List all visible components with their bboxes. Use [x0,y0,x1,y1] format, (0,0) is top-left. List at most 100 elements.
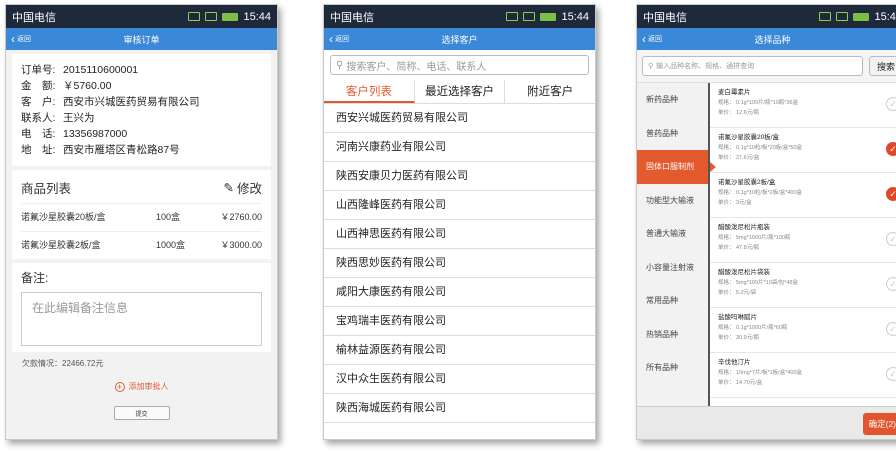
tab-0[interactable]: 客户列表 [324,80,415,103]
product-item[interactable]: 醋酸泼尼松片袋装规格：5mg*100片*10袋/包*48盒单价：5.2元/袋✓ [710,263,896,308]
check-icon[interactable]: ✓ [886,322,896,336]
field-value: 西安市雁塔区青松路87号 [63,144,180,156]
category-item[interactable]: 热销品种 [637,318,708,352]
wifi-icon [188,12,201,21]
category-item[interactable]: 常用品种 [637,284,708,318]
order-field: 电 话: 13356987000 [21,126,262,142]
order-field: 订单号: 2015110600001 [21,62,262,78]
wifi-icon [506,12,519,21]
spec-label: 规格： [718,190,735,196]
edit-icon: ✎ [223,181,234,195]
edit-button[interactable]: ✎ 修改 [224,178,263,197]
clock: 15:44 [561,10,589,23]
page-title: 选择客户 [441,34,478,45]
customer-item[interactable]: 陕西思妙医药有限公司 [324,249,595,278]
add-approver-button[interactable]: + 添加审批人 [6,381,277,392]
product-name: 诺氟沙星胶囊20板/盒 [21,212,106,222]
confirm-button[interactable]: 确定(2) [862,412,896,435]
remark-input[interactable]: 在此编辑备注信息 [21,292,262,346]
product-list: 商品列表 ✎ 修改 诺氟沙星胶囊20板/盒 100盒 ￥2760.00 诺氟沙星胶囊2板… [12,170,271,259]
product-item[interactable]: 麦白霉素片规格：0.1g*100片/瓶*10瓶*36盒单价：12.6元/瓶✓ [710,83,896,128]
phone-screen-select-customer: 中国电信 15:44 ‹ 返回 选择客户 ⚲ 搜索客户、简称、电话、联系人 客户列表… [323,4,596,440]
product-item[interactable]: 辛伐他汀片规格：10mg*7片/板*1板/盒*400盒单价：14.70元/盒✓ [710,353,896,398]
wifi-icon [819,12,832,21]
back-button[interactable]: ‹ 返回 [11,33,31,45]
check-icon[interactable]: ✓ [886,367,896,381]
category-item[interactable]: 普药品种 [637,117,708,151]
category-item[interactable]: 所有品种 [637,351,708,385]
tab-2[interactable]: 附近客户 [505,80,595,103]
category-list: 新药品种 普药品种 固体口服制剂 功能型大输液 普通大输液 小容量注射液 常用品种 热销品种所… [637,83,716,406]
carrier-label: 中国电信 [643,11,687,24]
product-list: 麦白霉素片规格：0.1g*100片/瓶*10瓶*36盒单价：12.6元/瓶✓ 诺氟… [710,83,896,406]
product-item[interactable]: 诺氟沙星胶囊20板/盒 规格： 0.1g*10粒/板*20板/盒*50盒 单价： 27.… [710,128,896,173]
status-bar: 中国电信 15:44 [324,5,595,28]
price-value: 47.8元/瓶 [736,245,760,251]
product-item[interactable]: 盐酸吗啉胍片规格：0.1g*1000片/瓶*60瓶单价：30.9元/瓶✓ [710,308,896,353]
category-item[interactable]: 固体口服制剂 [637,150,716,184]
customer-item[interactable]: 汉中众生医药有限公司 [324,365,595,394]
product-item[interactable]: 醋酸泼尼松片瓶装规格：5mg*1000片/瓶*100瓶单价：47.8元/瓶✓ [710,218,896,263]
check-icon[interactable]: ✓ [886,142,896,156]
spec-value: 0.1g*100片/瓶*10瓶*36盒 [736,100,799,106]
customer-item[interactable]: 西安兴城医药贸易有限公司 [324,104,595,133]
check-icon[interactable]: ✓ [886,97,896,111]
tab-1[interactable]: 最近选择客户 [415,80,506,103]
check-icon[interactable]: ✓ [886,187,896,201]
customer-item[interactable]: 陕西安康贝力医药有限公司 [324,162,595,191]
product-unit-price: 单价： 3元/盒 [718,198,896,208]
customer-item[interactable]: 咸阳大康医药有限公司 [324,278,595,307]
order-field: 地 址: 西安市雁塔区青松路87号 [21,142,262,158]
back-button[interactable]: ‹ 返回 [329,32,349,46]
product-name: 诺氟沙星胶囊20板/盒 [718,134,780,141]
product-qty: 1000盒 [156,240,186,250]
category-item[interactable]: 普通大输液 [637,217,708,251]
remark-title: 备注: [21,271,49,285]
product-name: 诺氟沙星胶囊2板/盒 [21,240,101,250]
product-price: ￥3000.00 [220,240,262,250]
customer-search-input[interactable]: ⚲ 搜索客户、简称、电话、联系人 [330,55,589,75]
phone-screen-review-order: 中国电信 15:44 ‹ 返回 审核订单 订单号: 2015110600001 金 额… [5,4,278,440]
customer-item[interactable]: 河南兴康药业有限公司 [324,133,595,162]
plus-icon: + [114,381,125,392]
category-item[interactable]: 小容量注射液 [637,251,708,285]
customer-list: 西安兴城医药贸易有限公司 河南兴康药业有限公司 陕西安康贝力医药有限公司 山西隆峰医药… [324,104,595,423]
check-icon[interactable]: ✓ [886,232,896,246]
customer-item[interactable]: 榆林益源医药有限公司 [324,336,595,365]
product-unit-price: 单价： 30.9元/瓶 [718,333,896,343]
search-button[interactable]: 搜索 [869,56,896,76]
title-bar: ‹ 返回 选择客户 [324,28,595,50]
customer-item[interactable]: 宝鸡瑞丰医药有限公司 [324,307,595,336]
carrier-label: 中国电信 [12,11,56,24]
category-item[interactable]: 新药品种 [637,83,708,117]
price-label: 单价： [718,200,735,206]
search-bar: ⚲ 输入品种名称、规格、通拼查询 搜索 [637,50,896,82]
spec-label: 规格： [718,325,735,331]
product-name: 盐酸吗啉胍片 [718,314,757,321]
spec-value: 0.1g*1000片/瓶*60瓶 [736,325,788,331]
spec-label: 规格： [718,145,735,151]
price-value: 5.2元/袋 [736,290,757,296]
submit-button[interactable]: 提交 [113,406,170,420]
category-item[interactable]: 功能型大输液 [637,184,708,218]
field-label: 电 话: [21,128,56,140]
customer-item[interactable]: 山西隆峰医药有限公司 [324,191,595,220]
product-item[interactable]: 诺氟沙星胶囊2板/盒 规格： 0.1g*10粒/板*2板/盒*400盒 单价： 3元/盒… [710,173,896,218]
chevron-left-icon: ‹ [329,32,333,46]
customer-item[interactable]: 山西神思医药有限公司 [324,220,595,249]
product-row: 诺氟沙星胶囊20板/盒 100盒 ￥2760.00 [21,203,262,231]
spec-value: 5mg*1000片/瓶*100瓶 [736,235,791,241]
check-icon[interactable]: ✓ [886,277,896,291]
phone-screen-select-product: 中国电信 15:44 ‹返回 选择品种 ⚲输入品种名称、规格、通拼查询 搜索 新… [636,4,896,440]
product-spec: 规格： 0.1g*10粒/板*20板/盒*50盒 [718,143,896,153]
back-button[interactable]: ‹ 返回 [642,33,662,45]
price-label: 单价： [718,380,735,386]
spec-label: 规格： [718,370,735,376]
footer-bar: 确定(2) [637,406,896,439]
customer-item[interactable]: 陕西海城医药有限公司 [324,394,595,423]
product-search-input[interactable]: ⚲ 输入品种名称、规格、通拼查询 [642,56,863,76]
product-spec: 规格： 5mg*100片*10袋/包*48盒 [718,278,896,288]
price-label: 单价： [718,290,735,296]
order-field: 客 户: 西安市兴城医药贸易有限公司 [21,94,262,110]
price-label: 单价： [718,245,735,251]
